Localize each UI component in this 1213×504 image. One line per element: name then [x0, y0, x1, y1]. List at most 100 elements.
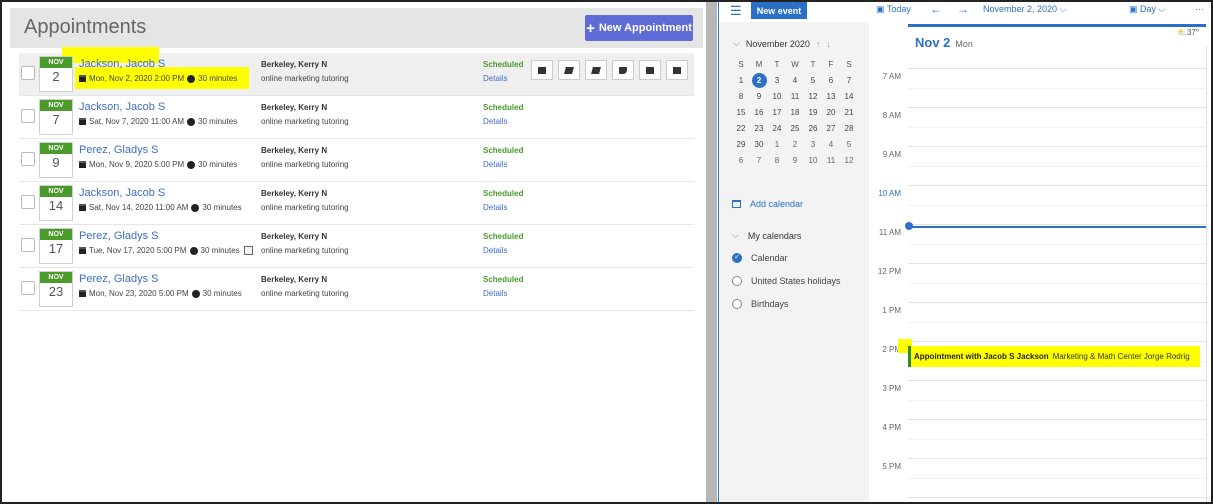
- client-name-link[interactable]: Perez, Gladys S: [79, 144, 158, 156]
- mini-calendar-day[interactable]: 10: [804, 152, 822, 168]
- mini-calendar-day[interactable]: 1: [768, 136, 786, 152]
- mini-calendar-day[interactable]: 15: [732, 104, 750, 120]
- hamburger-menu-icon[interactable]: ☰: [730, 3, 742, 19]
- mini-calendar-day[interactable]: 23: [750, 120, 768, 136]
- month-down-arrow-icon[interactable]: ↓: [826, 39, 831, 49]
- comment-button[interactable]: [612, 60, 634, 80]
- details-link[interactable]: Details: [483, 74, 507, 83]
- appointment-row[interactable]: NOV 23 Perez, Gladys S Mon, Nov 23, 2020 5:…: [19, 268, 694, 311]
- mini-calendar-day[interactable]: 9: [750, 88, 768, 104]
- appointment-row[interactable]: NOV 14 Jackson, Jacob S Sat, Nov 14, 2020 1…: [19, 182, 694, 225]
- mini-calendar-day[interactable]: 19: [804, 104, 822, 120]
- details-link[interactable]: Details: [483, 289, 507, 298]
- split-divider[interactable]: [706, 2, 717, 502]
- event-title: Appointment with Jacob S Jackson: [914, 352, 1049, 361]
- mini-calendar-day[interactable]: 4: [822, 136, 840, 152]
- mini-calendar-day-selected[interactable]: 2: [750, 72, 768, 88]
- my-calendars-group[interactable]: ⌵ My calendars: [732, 230, 801, 241]
- today-button[interactable]: ▣ Today: [876, 4, 911, 15]
- appointment-row[interactable]: NOV 7 Jackson, Jacob S Sat, Nov 7, 2020 11:…: [19, 96, 694, 139]
- mini-calendar-day[interactable]: 26: [804, 120, 822, 136]
- mini-calendar-day[interactable]: 17: [768, 104, 786, 120]
- mini-calendar-day[interactable]: 10: [768, 88, 786, 104]
- mini-calendar-day[interactable]: 8: [768, 152, 786, 168]
- calendar-toggle[interactable]: ✓ Calendar: [732, 253, 788, 263]
- new-event-button[interactable]: New event: [751, 2, 807, 19]
- mini-calendar-day[interactable]: 8: [732, 88, 750, 104]
- more-options-button[interactable]: ···: [1195, 4, 1204, 14]
- row-checkbox[interactable]: [21, 66, 35, 80]
- appointment-row[interactable]: NOV 9 Perez, Gladys S Mon, Nov 9, 2020 5:00…: [19, 139, 694, 182]
- mini-calendar-day[interactable]: 29: [732, 136, 750, 152]
- mini-calendar-day[interactable]: 1: [732, 72, 750, 88]
- calendar-button[interactable]: [531, 60, 553, 80]
- mini-calendar-day[interactable]: 9: [786, 152, 804, 168]
- note-button[interactable]: [585, 60, 607, 80]
- mini-calendar-day[interactable]: 5: [840, 136, 858, 152]
- mini-calendar-day[interactable]: 4: [786, 72, 804, 88]
- add-calendar-link[interactable]: Add calendar: [732, 199, 803, 209]
- mini-calendar-day[interactable]: 6: [732, 152, 750, 168]
- details-link[interactable]: Details: [483, 117, 507, 126]
- appointment-row[interactable]: NOV 2 Jackson, Jacob S Mon, Nov 2, 2020 2:0…: [19, 47, 694, 96]
- mini-calendar-day[interactable]: 20: [822, 104, 840, 120]
- details-link[interactable]: Details: [483, 246, 507, 255]
- date-badge: NOV 9: [39, 142, 73, 178]
- calendar-toggle-label: Calendar: [751, 253, 788, 263]
- calendar-event[interactable]: Appointment with Jacob S Jackson Marketi…: [908, 346, 1200, 367]
- details-link[interactable]: Details: [483, 160, 507, 169]
- details-link[interactable]: Details: [483, 203, 507, 212]
- mini-calendar-day[interactable]: 11: [786, 88, 804, 104]
- mini-calendar-day[interactable]: 6: [822, 72, 840, 88]
- calendar-toggle[interactable]: Birthdays: [732, 299, 789, 309]
- client-name-link[interactable]: Jackson, Jacob S: [79, 101, 165, 113]
- new-appointment-button[interactable]: + New Appointment: [585, 15, 693, 41]
- mini-calendar-day[interactable]: 13: [822, 88, 840, 104]
- appointment-duration: 30 minutes: [198, 74, 238, 83]
- mini-calendar-day[interactable]: 5: [804, 72, 822, 88]
- status-label: Scheduled: [483, 232, 524, 241]
- mini-calendar-day[interactable]: 3: [768, 72, 786, 88]
- service-name: online marketing tutoring: [261, 160, 349, 169]
- calendar-toggle[interactable]: United States holidays: [732, 276, 841, 286]
- client-name-link[interactable]: Perez, Gladys S: [79, 273, 158, 285]
- clock-icon: [191, 203, 200, 212]
- appointment-row[interactable]: NOV 17 Perez, Gladys S Tue, Nov 17, 2020 5:…: [19, 225, 694, 268]
- prev-arrow-icon[interactable]: ←: [930, 2, 942, 16]
- mini-calendar-day[interactable]: 27: [822, 120, 840, 136]
- mini-calendar-day[interactable]: 28: [840, 120, 858, 136]
- row-checkbox[interactable]: [21, 195, 35, 209]
- client-name-link[interactable]: Jackson, Jacob S: [79, 58, 165, 70]
- mini-calendar-day[interactable]: 7: [840, 72, 858, 88]
- row-checkbox[interactable]: [21, 152, 35, 166]
- print-button[interactable]: [639, 60, 661, 80]
- mini-calendar-day[interactable]: 21: [840, 104, 858, 120]
- user-check-button[interactable]: [666, 60, 688, 80]
- mini-calendar-day[interactable]: 7: [750, 152, 768, 168]
- mini-calendar-day[interactable]: 25: [786, 120, 804, 136]
- edit-button[interactable]: [558, 60, 580, 80]
- mini-calendar-day[interactable]: 18: [786, 104, 804, 120]
- mini-calendar-day[interactable]: 2: [786, 136, 804, 152]
- client-name-link[interactable]: Perez, Gladys S: [79, 230, 158, 242]
- mini-calendar-day[interactable]: 30: [750, 136, 768, 152]
- row-checkbox[interactable]: [21, 109, 35, 123]
- date-badge: NOV 7: [39, 99, 73, 135]
- mini-calendar-day[interactable]: 24: [768, 120, 786, 136]
- view-switcher[interactable]: ▣ Day ⌵: [1129, 4, 1165, 15]
- date-range-picker[interactable]: November 2, 2020 ⌵: [983, 4, 1066, 15]
- row-checkbox[interactable]: [21, 281, 35, 295]
- mini-calendar-day[interactable]: 12: [804, 88, 822, 104]
- mini-calendar-day[interactable]: 12: [840, 152, 858, 168]
- row-checkbox[interactable]: [21, 238, 35, 252]
- mini-calendar-day[interactable]: 16: [750, 104, 768, 120]
- month-up-arrow-icon[interactable]: ↑: [816, 39, 821, 49]
- mini-calendar-day[interactable]: 3: [804, 136, 822, 152]
- client-name-link[interactable]: Jackson, Jacob S: [79, 187, 165, 199]
- mini-calendar-day[interactable]: 11: [822, 152, 840, 168]
- next-arrow-icon[interactable]: →: [957, 2, 969, 16]
- hour-gridline: [908, 341, 1206, 342]
- mini-calendar-day[interactable]: 22: [732, 120, 750, 136]
- collapse-chevron-icon[interactable]: ⌵: [733, 38, 740, 49]
- mini-calendar-day[interactable]: 14: [840, 88, 858, 104]
